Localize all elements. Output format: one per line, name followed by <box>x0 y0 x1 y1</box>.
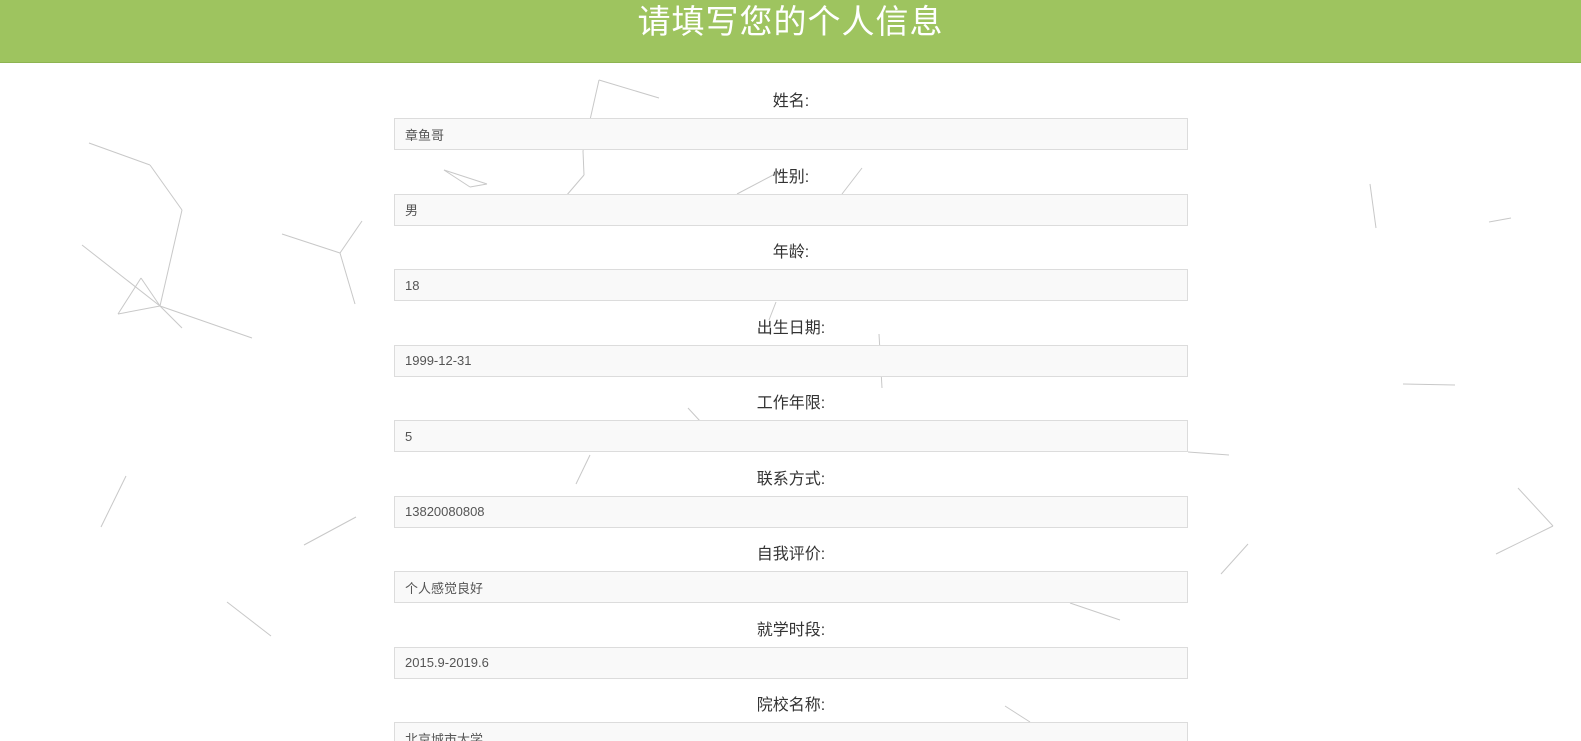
page-title: 请填写您的个人信息 <box>637 3 944 40</box>
birthdate-label: 出生日期: <box>756 319 826 337</box>
age-label: 年龄: <box>772 244 810 261</box>
gender-label: 性别: <box>772 168 810 186</box>
gender-field-group: 性别: <box>394 164 1188 240</box>
contact-field-group: 联系方式: <box>394 466 1188 542</box>
name-label: 姓名: <box>772 93 810 110</box>
self-evaluation-field-group: 自我评价: <box>394 541 1188 617</box>
self-evaluation-input[interactable] <box>394 571 1188 603</box>
name-field-group: 姓名: <box>394 88 1188 164</box>
page: 请填写您的个人信息 姓名: 性别: 年龄: 出生日期: 工作年限: 联系方式: <box>0 0 1581 741</box>
study-period-field-group: 就学时段: <box>394 617 1188 693</box>
age-field-group: 年龄: <box>394 239 1188 315</box>
personal-info-form: 姓名: 性别: 年龄: 出生日期: 工作年限: 联系方式: 自我评价: <box>394 88 1188 741</box>
self-evaluation-label: 自我评价: <box>756 546 826 563</box>
page-header: 请填写您的个人信息 <box>0 0 1581 63</box>
study-period-input[interactable] <box>394 646 1188 679</box>
work-years-input[interactable] <box>394 420 1188 452</box>
study-period-label: 就学时段: <box>756 621 826 639</box>
school-name-label: 院校名称: <box>756 697 826 714</box>
work-years-label: 工作年限: <box>756 395 826 412</box>
birthdate-input[interactable] <box>394 344 1188 377</box>
birthdate-field-group: 出生日期: <box>394 315 1188 391</box>
name-input[interactable] <box>394 118 1188 150</box>
contact-label: 联系方式: <box>756 470 826 488</box>
gender-input[interactable] <box>394 193 1188 226</box>
work-years-field-group: 工作年限: <box>394 390 1188 466</box>
age-input[interactable] <box>394 269 1188 301</box>
school-name-field-group: 院校名称: <box>394 692 1188 741</box>
contact-input[interactable] <box>394 495 1188 528</box>
school-name-input[interactable] <box>394 722 1188 741</box>
